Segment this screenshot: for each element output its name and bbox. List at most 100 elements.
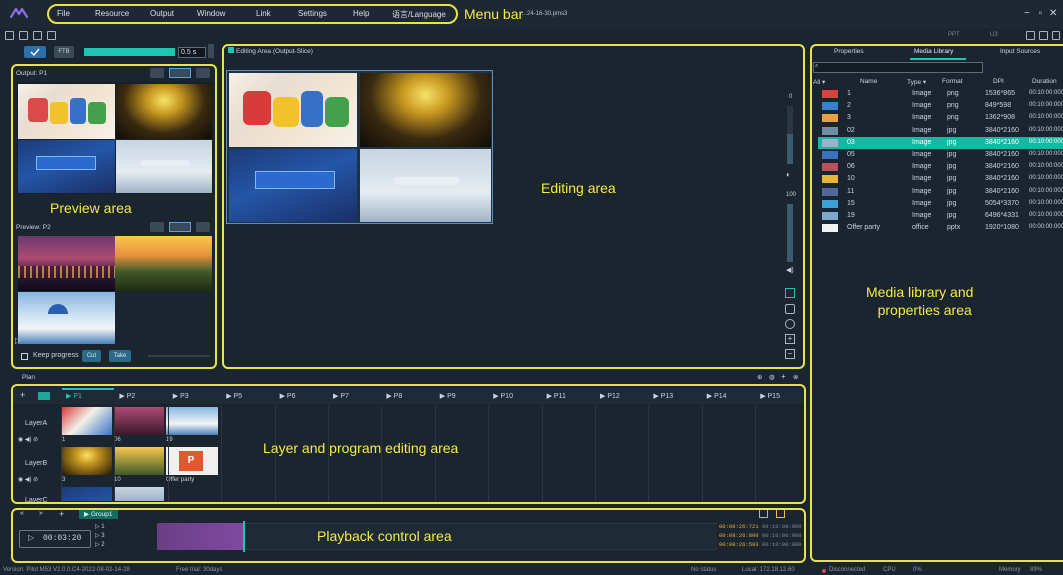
program-tab-p1[interactable]: ▶ P1 — [66, 392, 82, 406]
lock-icon[interactable] — [47, 31, 56, 40]
layer-b-clip-2[interactable] — [114, 447, 164, 475]
layer-b-clip-3[interactable]: P — [166, 447, 218, 475]
output-layout-button[interactable] — [169, 68, 191, 78]
program-tab-p15[interactable]: ▶ P15 — [760, 392, 780, 406]
program-tab-p9[interactable]: ▶ P9 — [440, 392, 456, 406]
transition-duration-bar[interactable] — [84, 48, 175, 56]
output-copy-icon[interactable] — [196, 68, 210, 78]
playhead[interactable] — [243, 521, 245, 552]
duration-input[interactable]: 0.5 s — [178, 47, 206, 58]
preview-layout-button[interactable] — [169, 222, 191, 232]
media-row[interactable]: 19 Image jpg 6496*4331 00:10:00:000 — [818, 210, 1063, 222]
minimize-icon[interactable]: − — [1024, 8, 1030, 19]
program-tab-p10[interactable]: ▶ P10 — [493, 392, 513, 406]
output-settings-icon[interactable] — [150, 68, 164, 78]
program-tab-p13[interactable]: ▶ P13 — [653, 392, 673, 406]
layer-b-clip-1[interactable] — [62, 447, 112, 475]
program-tab-p3[interactable]: ▶ P3 — [173, 392, 189, 406]
save-icon[interactable] — [19, 31, 28, 40]
transition-track[interactable] — [148, 355, 210, 357]
col-type[interactable]: Type ▾ — [907, 78, 926, 86]
media-row[interactable]: 05 Image jpg 3840*2160 00:10:00:000 — [818, 149, 1063, 161]
col-dpi[interactable]: DPI — [993, 78, 1004, 85]
program-tab-p12[interactable]: ▶ P12 — [600, 392, 620, 406]
tab-properties[interactable]: Properties — [834, 48, 864, 55]
layer-a-clip-2[interactable] — [114, 407, 164, 435]
media-row[interactable]: 1 Image png 1536*865 00:10:00:000 — [818, 88, 1063, 100]
confirm-button[interactable] — [24, 46, 46, 58]
new-file-icon[interactable] — [5, 31, 14, 40]
plan-target-icon[interactable]: ⊕ — [757, 373, 762, 381]
zoom-out-icon[interactable]: − — [785, 349, 795, 359]
panel-icon[interactable] — [1052, 31, 1060, 40]
media-row[interactable]: 15 Image jpg 5054*3370 00:10:00:000 — [818, 198, 1063, 210]
track-3[interactable]: ▷ 2 — [95, 541, 105, 548]
preview-canvas[interactable]: ▷ — [15, 236, 213, 345]
col-duration[interactable]: Duration — [1032, 78, 1057, 85]
ppt-label[interactable]: PPT — [948, 32, 960, 38]
media-row[interactable]: 03 Image jpg 3840*2160 00:10:00:000 — [818, 136, 1063, 149]
track-2[interactable]: ▷ 3 — [95, 532, 105, 539]
layer-c-name[interactable]: LayerC — [25, 497, 48, 504]
media-row[interactable]: 06 Image jpg 3840*2160 00:10:00:000 — [818, 161, 1063, 173]
media-search-input[interactable]: ⌕ — [813, 62, 983, 73]
preview-copy-icon[interactable] — [196, 222, 210, 232]
cut-button[interactable]: Cut — [82, 350, 101, 362]
tab-input-sources[interactable]: Input Sources — [1000, 48, 1040, 55]
volume-slider[interactable] — [787, 204, 793, 262]
preview-settings-icon[interactable] — [150, 222, 164, 232]
screenshot-icon[interactable] — [785, 304, 795, 314]
play-icon[interactable]: ▷ — [15, 336, 21, 345]
program-tab-p6[interactable]: ▶ P6 — [280, 392, 296, 406]
editing-canvas[interactable] — [226, 70, 493, 224]
layout-icon[interactable] — [1039, 31, 1048, 40]
add-program-icon[interactable]: + — [20, 390, 25, 400]
plan-globe-icon[interactable]: ◍ — [769, 373, 775, 381]
layer-b-name[interactable]: LayerB — [25, 460, 47, 467]
timeline-clip[interactable] — [157, 523, 243, 550]
restore-icon[interactable]: ▫ — [1039, 8, 1043, 19]
col-all[interactable]: All ▾ — [813, 78, 825, 86]
crosshair-icon[interactable] — [785, 319, 795, 329]
copy-layer-icon[interactable] — [785, 288, 795, 298]
layer-a-clip-1[interactable] — [62, 407, 112, 435]
media-row[interactable]: 11 Image jpg 3840*2160 00:10:00:000 — [818, 186, 1063, 198]
tab-media-library[interactable]: Media Library — [914, 48, 953, 55]
program-tab-p14[interactable]: ▶ P14 — [707, 392, 727, 406]
media-row[interactable]: 3 Image png 1362*908 00:10:00:000 — [818, 112, 1063, 124]
save-as-icon[interactable] — [33, 31, 42, 40]
output-canvas[interactable] — [17, 82, 213, 194]
program-tab-p8[interactable]: ▶ P8 — [386, 392, 402, 406]
media-row[interactable]: 02 Image jpg 3840*2160 00:10:00:000 — [818, 125, 1063, 137]
program-tab-p11[interactable]: ▶ P11 — [547, 392, 566, 406]
brightness-slider[interactable] — [787, 106, 793, 164]
layer-a-controls[interactable]: ◉ ◀) ⊘ — [18, 436, 38, 443]
keep-progress-checkbox[interactable] — [21, 353, 28, 360]
track-1[interactable]: ▷ 1 — [95, 523, 105, 530]
program-view-icon[interactable] — [38, 392, 50, 400]
col-format[interactable]: Format — [942, 78, 963, 85]
layer-a-clip-3[interactable] — [166, 407, 218, 435]
program-tab-p5[interactable]: ▶ P5 — [226, 392, 242, 406]
plan-add-icon[interactable]: + — [781, 372, 786, 381]
zoom-in-icon[interactable]: + — [785, 334, 795, 344]
media-row[interactable]: 10 Image jpg 3840*2160 00:10:00:000 — [818, 173, 1063, 185]
col-name[interactable]: Name — [860, 78, 877, 85]
media-row[interactable]: 2 Image png 849*598 00:10:00:000 — [818, 100, 1063, 112]
duration-spin[interactable] — [208, 44, 214, 58]
plan-close-icon[interactable]: ⊗ — [793, 373, 798, 381]
media-row[interactable]: Offer party office pptx 1920*1080 00:00:00:0… — [818, 222, 1063, 234]
program-tab-p2[interactable]: ▶ P2 — [119, 392, 135, 406]
layer-b-controls[interactable]: ◉ ◀) ⊘ — [18, 476, 38, 483]
layer-c-clip-1[interactable] — [62, 487, 112, 501]
layer-a-name[interactable]: LayerA — [25, 420, 47, 427]
program-tab-p7[interactable]: ▶ P7 — [333, 392, 349, 406]
u3-label[interactable]: U3 — [990, 32, 998, 38]
close-icon[interactable]: ✕ — [1049, 8, 1057, 19]
take-button[interactable]: Take — [109, 350, 131, 362]
layer-c-clip-2[interactable] — [114, 487, 164, 501]
ftb-button[interactable]: FTB — [54, 46, 74, 58]
playback-play-icon[interactable]: ▷ — [28, 534, 34, 543]
playback-timecode-box[interactable]: ▷ 00:03:20 — [19, 530, 91, 548]
lock-layout-icon[interactable] — [1026, 31, 1035, 40]
